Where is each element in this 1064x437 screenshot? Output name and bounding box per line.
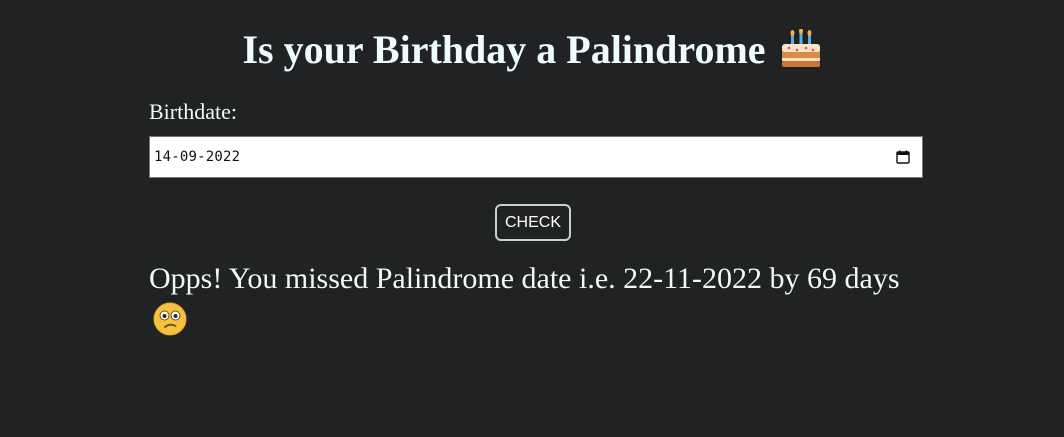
result-message: Opps! You missed Palindrome date i.e. 22…	[149, 260, 929, 346]
check-button[interactable]: CHECK	[495, 204, 571, 241]
confused-face-icon	[153, 302, 929, 346]
birthdate-value[interactable]: 14-09-2022	[154, 149, 896, 165]
calendar-icon[interactable]	[896, 150, 910, 164]
page-title-text: Is your Birthday a Palindrome	[242, 27, 766, 72]
result-text: Opps! You missed Palindrome date i.e. 22…	[149, 262, 900, 295]
birthdate-label: Birthdate:	[149, 99, 237, 124]
birthdate-input[interactable]: 14-09-2022	[149, 136, 923, 178]
page-title: Is your Birthday a Palindrome	[0, 24, 1064, 82]
birthday-cake-icon	[780, 28, 822, 82]
